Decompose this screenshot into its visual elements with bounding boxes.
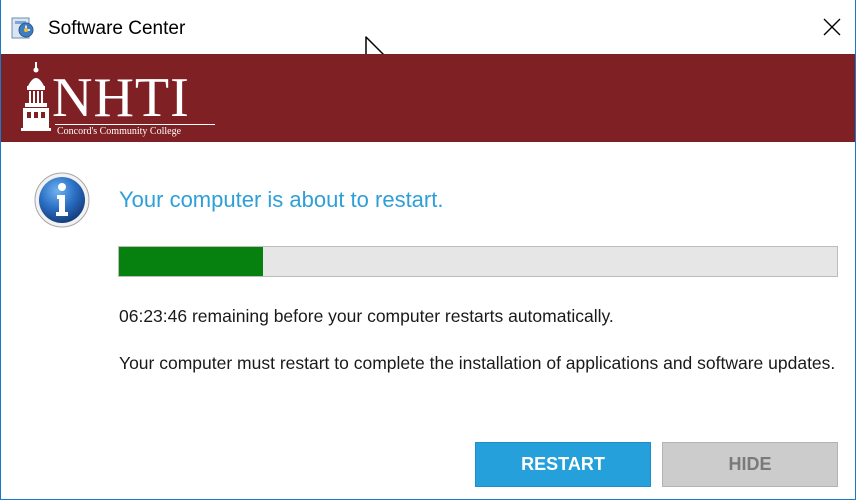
restart-message: Your computer must restart to complete t… — [119, 353, 836, 373]
countdown-text: 06:23:46 remaining before your computer … — [119, 306, 614, 326]
dome-building-icon — [21, 62, 51, 131]
close-icon — [823, 18, 841, 36]
logo-divider — [55, 124, 215, 125]
nhti-logo: NHTI Concord's Community College — [19, 62, 229, 138]
software-center-icon — [11, 17, 34, 39]
software-center-window: Software Center NHTI Concord's Community… — [0, 0, 856, 500]
logo-tagline: Concord's Community College — [57, 126, 182, 137]
restart-headline: Your computer is about to restart. — [119, 187, 444, 212]
title-bar[interactable]: Software Center — [1, 0, 855, 54]
restart-progress-bar — [118, 246, 838, 277]
info-icon — [34, 172, 90, 228]
hide-button[interactable]: HIDE — [662, 442, 838, 487]
restart-button[interactable]: RESTART — [475, 442, 651, 487]
nhti-banner: NHTI Concord's Community College — [1, 54, 855, 142]
window-title: Software Center — [48, 18, 186, 39]
logo-wordmark: NHTI — [52, 67, 190, 129]
close-button[interactable] — [809, 0, 855, 54]
progress-bar-fill — [119, 247, 263, 276]
